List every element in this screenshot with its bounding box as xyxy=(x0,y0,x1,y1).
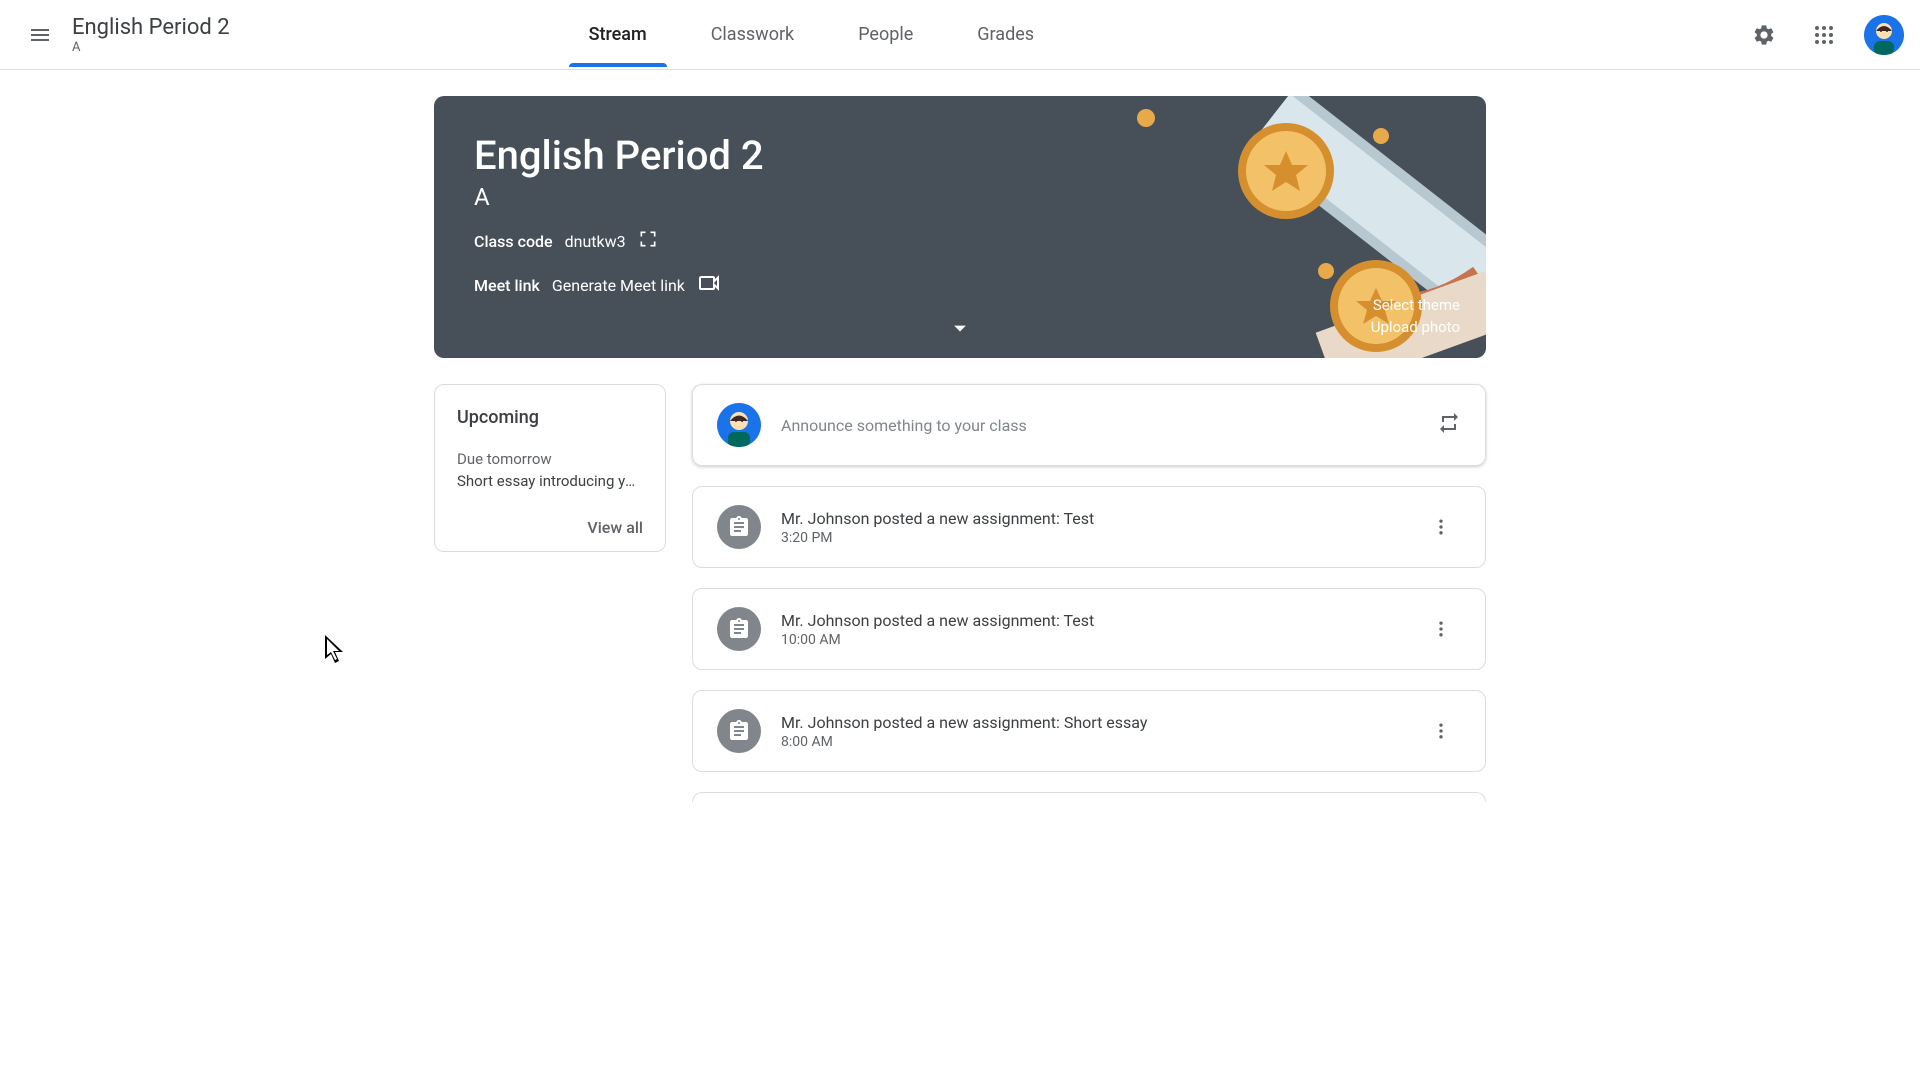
assignment-badge xyxy=(717,607,761,651)
post-body: Mr. Johnson posted a new assignment: Tes… xyxy=(781,611,1401,648)
header-right xyxy=(1744,15,1904,55)
upload-photo-link[interactable]: Upload photo xyxy=(1371,316,1460,338)
post-title: Mr. Johnson posted a new assignment: Tes… xyxy=(781,611,1401,630)
content-row: Upcoming Due tomorrow Short essay introd… xyxy=(434,384,1486,802)
assignment-icon xyxy=(727,515,751,539)
reuse-post-button[interactable] xyxy=(1437,411,1461,439)
select-theme-link[interactable]: Select theme xyxy=(1371,294,1460,316)
assignment-icon xyxy=(727,719,751,743)
stream-post-partial xyxy=(692,792,1486,802)
meet-video-button[interactable] xyxy=(697,271,721,299)
post-title: Mr. Johnson posted a new assignment: Tes… xyxy=(781,509,1401,528)
repeat-icon xyxy=(1437,411,1461,435)
stream-post[interactable]: Mr. Johnson posted a new assignment: Tes… xyxy=(692,486,1486,568)
tab-grades[interactable]: Grades xyxy=(969,2,1042,67)
account-avatar[interactable] xyxy=(1864,15,1904,55)
more-vert-icon xyxy=(1431,619,1451,639)
banner-theme-links: Select theme Upload photo xyxy=(1371,294,1460,338)
announce-placeholder: Announce something to your class xyxy=(781,416,1417,435)
gear-icon xyxy=(1752,23,1776,47)
assignment-badge xyxy=(717,505,761,549)
post-title: Mr. Johnson posted a new assignment: Sho… xyxy=(781,713,1401,732)
announce-card[interactable]: Announce something to your class xyxy=(692,384,1486,466)
main-content: English Period 2 A Class code dnutkw3 Me… xyxy=(414,96,1506,842)
post-time: 10:00 AM xyxy=(781,632,1401,648)
assignment-badge xyxy=(717,709,761,753)
stream-post[interactable]: Mr. Johnson posted a new assignment: Sho… xyxy=(692,690,1486,772)
upcoming-view-all[interactable]: View all xyxy=(457,518,643,537)
tab-people[interactable]: People xyxy=(850,2,921,67)
more-vert-icon xyxy=(1431,721,1451,741)
post-more-button[interactable] xyxy=(1421,711,1461,751)
app-header: English Period 2 A Stream Classwork Peop… xyxy=(0,0,1920,70)
tab-classwork[interactable]: Classwork xyxy=(703,2,802,67)
avatar-face-icon xyxy=(1864,15,1904,55)
settings-button[interactable] xyxy=(1744,15,1784,55)
stream-post[interactable]: Mr. Johnson posted a new assignment: Tes… xyxy=(692,588,1486,670)
generate-meet-link[interactable]: Generate Meet link xyxy=(552,276,685,295)
post-body: Mr. Johnson posted a new assignment: Tes… xyxy=(781,509,1401,546)
chevron-down-icon xyxy=(946,314,974,342)
header-class-section: A xyxy=(72,40,230,55)
banner-expand-button[interactable] xyxy=(946,314,974,346)
meet-link-label: Meet link xyxy=(474,276,540,295)
post-time: 8:00 AM xyxy=(781,734,1401,750)
upcoming-card: Upcoming Due tomorrow Short essay introd… xyxy=(434,384,666,552)
announce-avatar xyxy=(717,403,761,447)
fullscreen-icon xyxy=(638,229,658,249)
more-vert-icon xyxy=(1431,517,1451,537)
apps-grid-icon xyxy=(1812,23,1836,47)
class-code-value: dnutkw3 xyxy=(565,232,626,251)
class-code-label: Class code xyxy=(474,232,553,251)
upcoming-item[interactable]: Short essay introducing yo… xyxy=(457,472,643,490)
header-title-block: English Period 2 A xyxy=(72,15,230,55)
post-more-button[interactable] xyxy=(1421,609,1461,649)
header-class-title: English Period 2 xyxy=(72,15,230,40)
assignment-icon xyxy=(727,617,751,641)
expand-class-code-button[interactable] xyxy=(638,229,658,253)
upcoming-title: Upcoming xyxy=(457,407,643,428)
avatar-face-icon xyxy=(717,403,761,447)
sidebar: Upcoming Due tomorrow Short essay introd… xyxy=(434,384,666,802)
menu-button[interactable] xyxy=(16,11,64,59)
apps-button[interactable] xyxy=(1804,15,1844,55)
video-camera-icon xyxy=(697,271,721,295)
class-banner: English Period 2 A Class code dnutkw3 Me… xyxy=(434,96,1486,358)
post-body: Mr. Johnson posted a new assignment: Sho… xyxy=(781,713,1401,750)
hamburger-icon xyxy=(28,23,52,47)
stream-column: Announce something to your class Mr. Joh… xyxy=(692,384,1486,802)
post-more-button[interactable] xyxy=(1421,507,1461,547)
upcoming-due-label: Due tomorrow xyxy=(457,450,643,468)
post-time: 3:20 PM xyxy=(781,530,1401,546)
tab-stream[interactable]: Stream xyxy=(581,2,655,67)
nav-tabs: Stream Classwork People Grades xyxy=(581,2,1043,67)
mouse-cursor xyxy=(325,635,349,667)
